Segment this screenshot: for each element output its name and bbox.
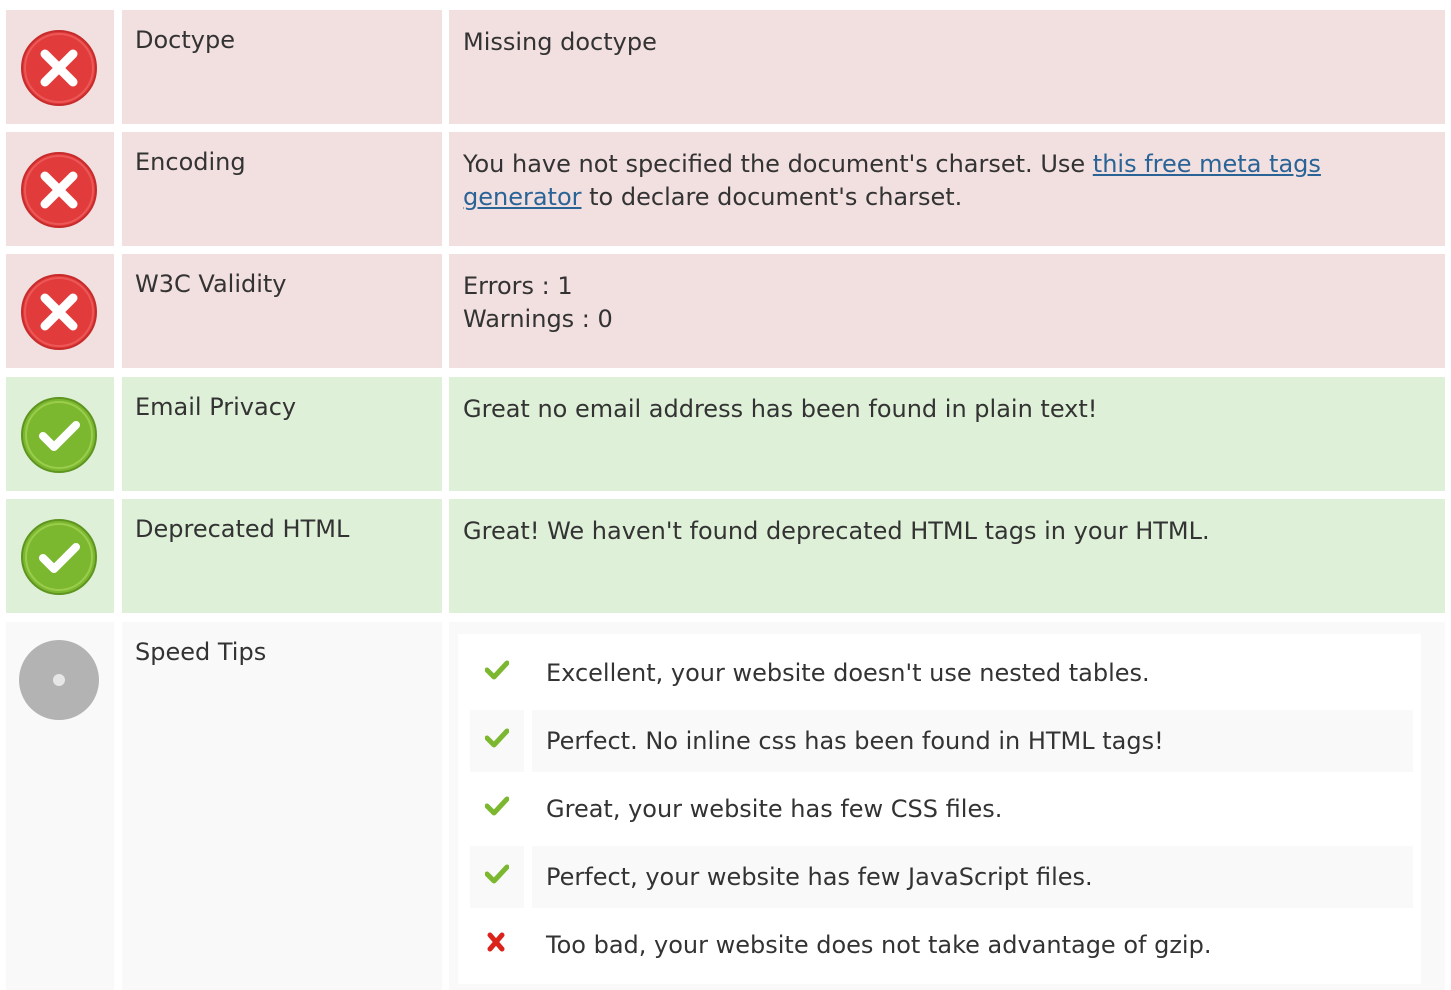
list-item: Great, your website has few CSS files. (470, 778, 1413, 840)
cross-icon (470, 914, 524, 976)
speed-tips-list: Excellent, your website doesn't use nest… (458, 634, 1421, 984)
result-row-w3c-validity: W3C Validity Errors : 1 Warnings : 0 (6, 254, 1445, 368)
list-item: Excellent, your website doesn't use nest… (470, 642, 1413, 704)
list-item: Perfect. No inline css has been found in… (470, 710, 1413, 772)
neutral-circle-icon (19, 640, 99, 720)
row-value: Missing doctype (449, 10, 1445, 124)
row-value: Great! We haven't found deprecated HTML … (449, 499, 1445, 613)
warnings-count: Warnings : 0 (463, 305, 613, 333)
result-row-encoding: Encoding You have not specified the docu… (6, 132, 1445, 246)
status-cell (6, 499, 114, 613)
status-cell (6, 622, 114, 990)
row-label: Encoding (122, 132, 442, 246)
row-value: You have not specified the document's ch… (449, 132, 1445, 246)
list-item: Perfect, your website has few JavaScript… (470, 846, 1413, 908)
value-text: You have not specified the document's ch… (463, 150, 1093, 178)
check-icon (470, 710, 524, 772)
value-text: to declare document's charset. (581, 183, 963, 211)
error-icon (21, 30, 97, 106)
row-label: Speed Tips (122, 622, 442, 990)
row-label: Email Privacy (122, 377, 442, 491)
error-icon (21, 274, 97, 350)
result-row-deprecated-html: Deprecated HTML Great! We haven't found … (6, 499, 1445, 613)
check-icon (470, 846, 524, 908)
result-row-email-privacy: Email Privacy Great no email address has… (6, 377, 1445, 491)
tip-text: Perfect, your website has few JavaScript… (532, 846, 1413, 908)
row-label: W3C Validity (122, 254, 442, 368)
result-row-doctype: Doctype Missing doctype (6, 10, 1445, 124)
status-cell (6, 254, 114, 368)
tip-text: Too bad, your website does not take adva… (546, 931, 1212, 959)
status-cell (6, 10, 114, 124)
tip-text: Excellent, your website doesn't use nest… (546, 659, 1150, 687)
list-item: Too bad, your website does not take adva… (470, 914, 1413, 976)
row-label: Doctype (122, 10, 442, 124)
row-value: Errors : 1 Warnings : 0 (449, 254, 1445, 368)
check-icon (470, 778, 524, 840)
status-cell (6, 132, 114, 246)
errors-count: Errors : 1 (463, 272, 573, 300)
row-value: Great no email address has been found in… (449, 377, 1445, 491)
row-label: Deprecated HTML (122, 499, 442, 613)
tip-text: Perfect. No inline css has been found in… (532, 710, 1413, 772)
check-circle-icon (21, 397, 97, 473)
tip-text: Great, your website has few CSS files. (546, 795, 1003, 823)
check-circle-icon (21, 519, 97, 595)
status-cell (6, 377, 114, 491)
check-icon (470, 642, 524, 704)
error-icon (21, 152, 97, 228)
